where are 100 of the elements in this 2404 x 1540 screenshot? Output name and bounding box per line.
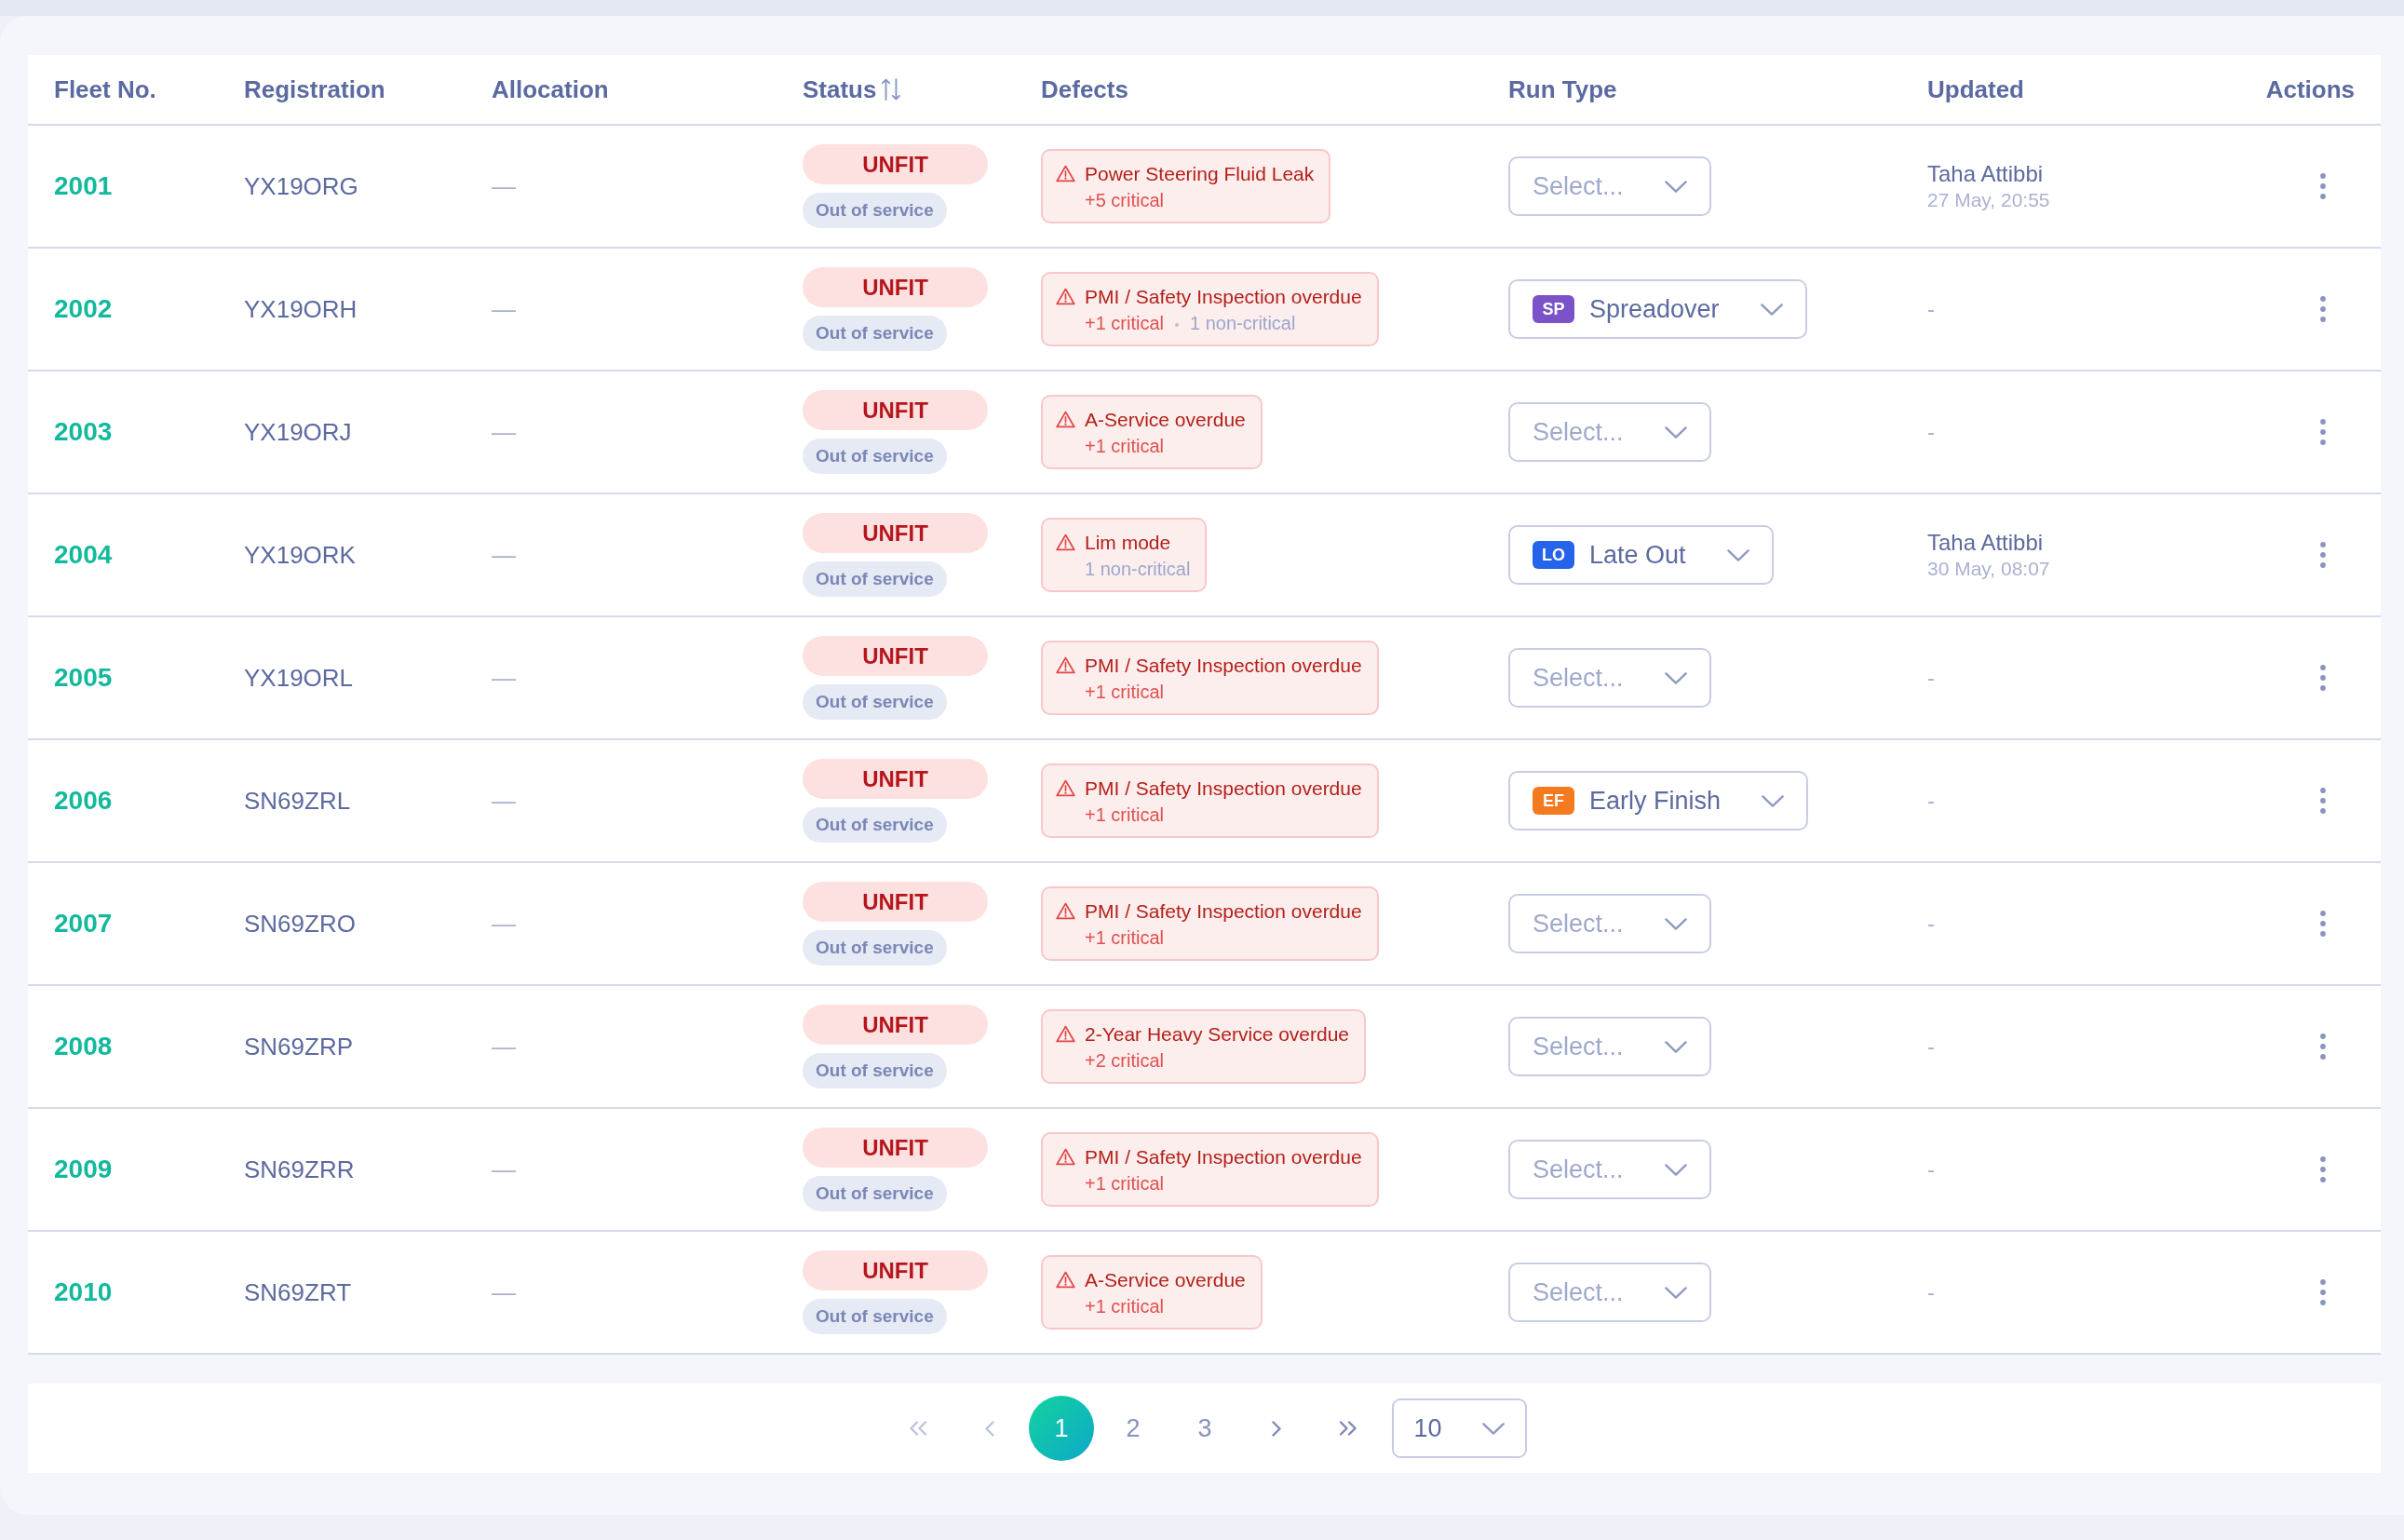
critical-count: +1 critical (1085, 435, 1165, 458)
chevron-left-icon (985, 1420, 994, 1437)
kebab-icon (2320, 542, 2326, 568)
updated-time-text: 27 May, 20:55 (1927, 188, 2050, 212)
status-pill: UNFIT (803, 636, 988, 676)
status-detail-pill: Out of service (803, 930, 947, 966)
run-type-select[interactable]: Select... (1508, 894, 1711, 953)
fleet-number-link[interactable]: 2005 (54, 663, 113, 693)
run-type-select[interactable]: Select... (1508, 648, 1711, 708)
fleet-number-link[interactable]: 2003 (54, 417, 113, 447)
sort-icon[interactable] (882, 77, 901, 101)
critical-count: +1 critical (1085, 804, 1165, 827)
registration-text: SN69ZRT (244, 1277, 352, 1307)
warning-icon (1056, 656, 1075, 674)
chevron-down-icon (1762, 794, 1785, 807)
column-header: Registration (244, 74, 385, 104)
chevron-down-icon (1664, 1286, 1687, 1299)
status-pill: UNFIT (803, 1005, 988, 1045)
kebab-icon (2320, 1156, 2326, 1182)
status-pill: UNFIT (803, 144, 988, 184)
defect-title: Power Steering Fluid Leak (1085, 162, 1315, 186)
fleet-number-link[interactable]: 2009 (54, 1155, 113, 1184)
updated-text: - (1927, 665, 1935, 691)
chevron-right-icon (1272, 1420, 1281, 1437)
run-type-badge: SP (1533, 295, 1574, 323)
status-detail-pill: Out of service (803, 316, 947, 351)
status-detail-pill: Out of service (803, 561, 947, 597)
fleet-number-link[interactable]: 2006 (54, 786, 113, 816)
allocation-text: — (492, 540, 516, 570)
updated-by-text: Taha Attibbi (1927, 160, 2044, 188)
allocation-text: — (492, 786, 516, 816)
defect-title: A-Service overdue (1085, 1268, 1246, 1292)
run-type-select[interactable]: Select... (1508, 1140, 1711, 1199)
defect-title: PMI / Safety Inspection overdue (1085, 285, 1362, 309)
fleet-number-link[interactable]: 2008 (54, 1032, 113, 1061)
registration-text: SN69ZRR (244, 1155, 355, 1184)
registration-text: YX19ORH (244, 294, 358, 324)
warning-icon (1056, 902, 1075, 920)
column-header: Run Type (1508, 74, 1617, 104)
double-chevron-left-icon (908, 1421, 928, 1436)
chevron-down-icon (1760, 303, 1783, 316)
updated-text: - (1927, 788, 1935, 814)
kebab-icon (2320, 296, 2326, 322)
column-header: Defects (1041, 74, 1128, 104)
warning-icon (1056, 534, 1075, 551)
kebab-icon (2320, 173, 2326, 199)
allocation-text: — (492, 294, 516, 324)
run-type-select[interactable]: Select... (1508, 402, 1711, 462)
allocation-text: — (492, 417, 516, 447)
chevron-down-icon (1664, 426, 1687, 439)
defect-title: PMI / Safety Inspection overdue (1085, 899, 1362, 924)
status-detail-pill: Out of service (803, 1053, 947, 1088)
fleet-number-link[interactable]: 2007 (54, 909, 113, 939)
run-type-select[interactable]: LO Late Out (1508, 525, 1774, 585)
defect-title: PMI / Safety Inspection overdue (1085, 654, 1362, 678)
run-type-select[interactable]: EF Early Finish (1508, 771, 1809, 831)
chevron-down-icon (1664, 917, 1687, 930)
run-type-badge: LO (1533, 541, 1574, 569)
chevron-down-icon (1481, 1422, 1505, 1435)
updated-text: - (1927, 1279, 1935, 1305)
run-type-select[interactable]: SP Spreadover (1508, 279, 1807, 339)
updated-time-text: 30 May, 08:07 (1927, 557, 2050, 581)
kebab-icon (2320, 419, 2326, 445)
page-button[interactable]: 1 (1029, 1396, 1094, 1461)
allocation-text: — (492, 909, 516, 939)
page-button[interactable]: 3 (1172, 1396, 1237, 1461)
registration-text: YX19ORK (244, 540, 356, 570)
page-size-select[interactable]: 10 (1391, 1398, 1527, 1458)
kebab-icon (2320, 788, 2326, 814)
allocation-text: — (492, 663, 516, 693)
registration-text: YX19ORJ (244, 417, 352, 447)
updated-text: - (1927, 296, 1935, 322)
status-pill: UNFIT (803, 267, 988, 307)
registration-text: SN69ZRL (244, 786, 351, 816)
fleet-number-link[interactable]: 2001 (54, 171, 113, 201)
column-header: Allocation (492, 74, 609, 104)
page-button[interactable]: 2 (1101, 1396, 1166, 1461)
chevron-down-icon (1664, 180, 1687, 193)
registration-text: SN69ZRO (244, 909, 356, 939)
kebab-icon (2320, 1033, 2326, 1060)
run-type-select[interactable]: Select... (1508, 1263, 1711, 1322)
fleet-number-link[interactable]: 2004 (54, 540, 113, 570)
fleet-number-link[interactable]: 2002 (54, 294, 113, 324)
status-detail-pill: Out of service (803, 807, 947, 843)
run-type-badge: EF (1533, 787, 1574, 815)
kebab-icon (2320, 1279, 2326, 1305)
defect-title: Lim mode (1085, 531, 1172, 555)
status-pill: UNFIT (803, 390, 988, 430)
warning-icon (1056, 1271, 1075, 1289)
non-critical-count: 1 non-critical (1085, 558, 1191, 581)
critical-count: +1 critical (1085, 312, 1165, 335)
status-pill: UNFIT (803, 1250, 988, 1290)
defect-title: PMI / Safety Inspection overdue (1085, 777, 1362, 801)
fleet-number-link[interactable]: 2010 (54, 1277, 113, 1307)
status-detail-pill: Out of service (803, 439, 947, 474)
run-type-select[interactable]: Select... (1508, 156, 1711, 216)
critical-count: +1 critical (1085, 1172, 1165, 1196)
defect-title: A-Service overdue (1085, 408, 1246, 432)
chevron-down-icon (1664, 1163, 1687, 1176)
run-type-select[interactable]: Select... (1508, 1017, 1711, 1076)
